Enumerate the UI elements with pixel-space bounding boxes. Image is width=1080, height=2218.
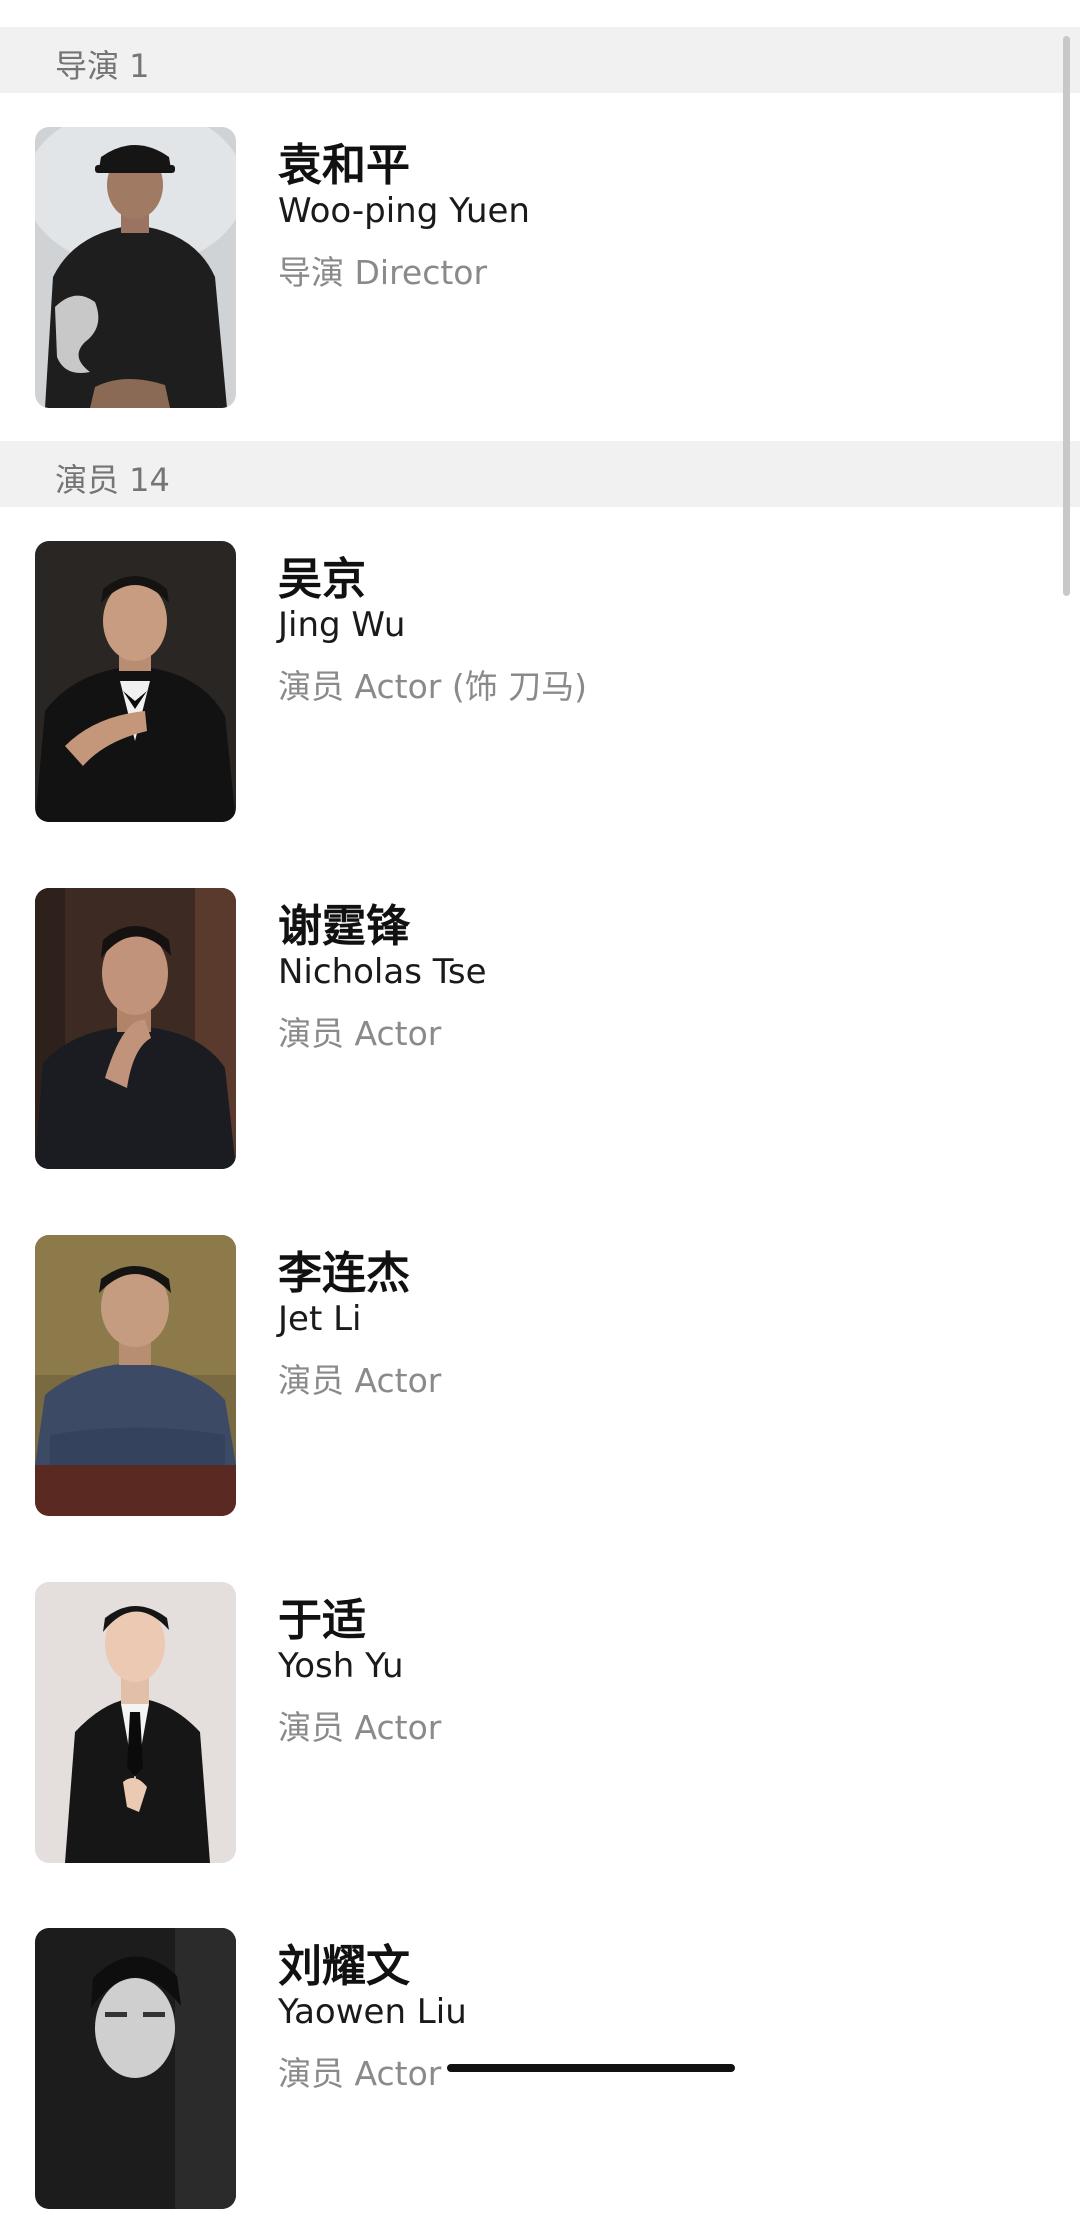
- person-photo: [35, 541, 236, 822]
- section-header-director: 导演 1: [0, 27, 1080, 93]
- person-name-en: Yosh Yu: [278, 1646, 404, 1686]
- person-row-actor[interactable]: 吴京 Jing Wu 演员 Actor (饰 刀马): [0, 541, 1080, 831]
- person-photo: [35, 1235, 236, 1516]
- person-name-cn: 刘耀文: [278, 1941, 410, 1992]
- person-name-en: Jet Li: [278, 1299, 362, 1339]
- person-photo: [35, 1582, 236, 1863]
- person-role: 演员 Actor: [278, 1361, 442, 1400]
- section-header-label: 导演 1: [55, 47, 150, 85]
- person-name-cn: 谢霆锋: [278, 901, 410, 952]
- person-name-en: Nicholas Tse: [278, 952, 487, 992]
- person-name-en: Woo-ping Yuen: [278, 191, 530, 231]
- section-header-actors: 演员 14: [0, 441, 1080, 507]
- person-role: 演员 Actor: [278, 2054, 442, 2093]
- person-name-cn: 吴京: [278, 554, 366, 605]
- person-role: 导演 Director: [278, 253, 488, 292]
- person-role: 演员 Actor: [278, 1014, 442, 1053]
- person-row-director[interactable]: 袁和平 Woo-ping Yuen 导演 Director: [0, 127, 1080, 417]
- person-role: 演员 Actor: [278, 1708, 442, 1747]
- person-row-actor[interactable]: 李连杰 Jet Li 演员 Actor: [0, 1235, 1080, 1525]
- section-header-label: 演员 14: [55, 461, 170, 499]
- person-row-actor[interactable]: 于适 Yosh Yu 演员 Actor: [0, 1582, 1080, 1872]
- person-name-cn: 李连杰: [278, 1248, 410, 1299]
- person-role: 演员 Actor (饰 刀马): [278, 667, 588, 706]
- person-name-en: Jing Wu: [278, 605, 406, 645]
- scrollbar[interactable]: [1063, 36, 1070, 596]
- person-name-cn: 袁和平: [278, 140, 410, 191]
- person-photo: [35, 1928, 236, 2209]
- person-name-en: Yaowen Liu: [278, 1992, 467, 2032]
- home-indicator[interactable]: [447, 2064, 735, 2072]
- person-photo: [35, 127, 236, 408]
- person-row-actor[interactable]: 刘耀文 Yaowen Liu 演员 Actor: [0, 1928, 1080, 2218]
- person-photo: [35, 888, 236, 1169]
- person-row-actor[interactable]: 谢霆锋 Nicholas Tse 演员 Actor: [0, 888, 1080, 1178]
- person-name-cn: 于适: [278, 1595, 366, 1646]
